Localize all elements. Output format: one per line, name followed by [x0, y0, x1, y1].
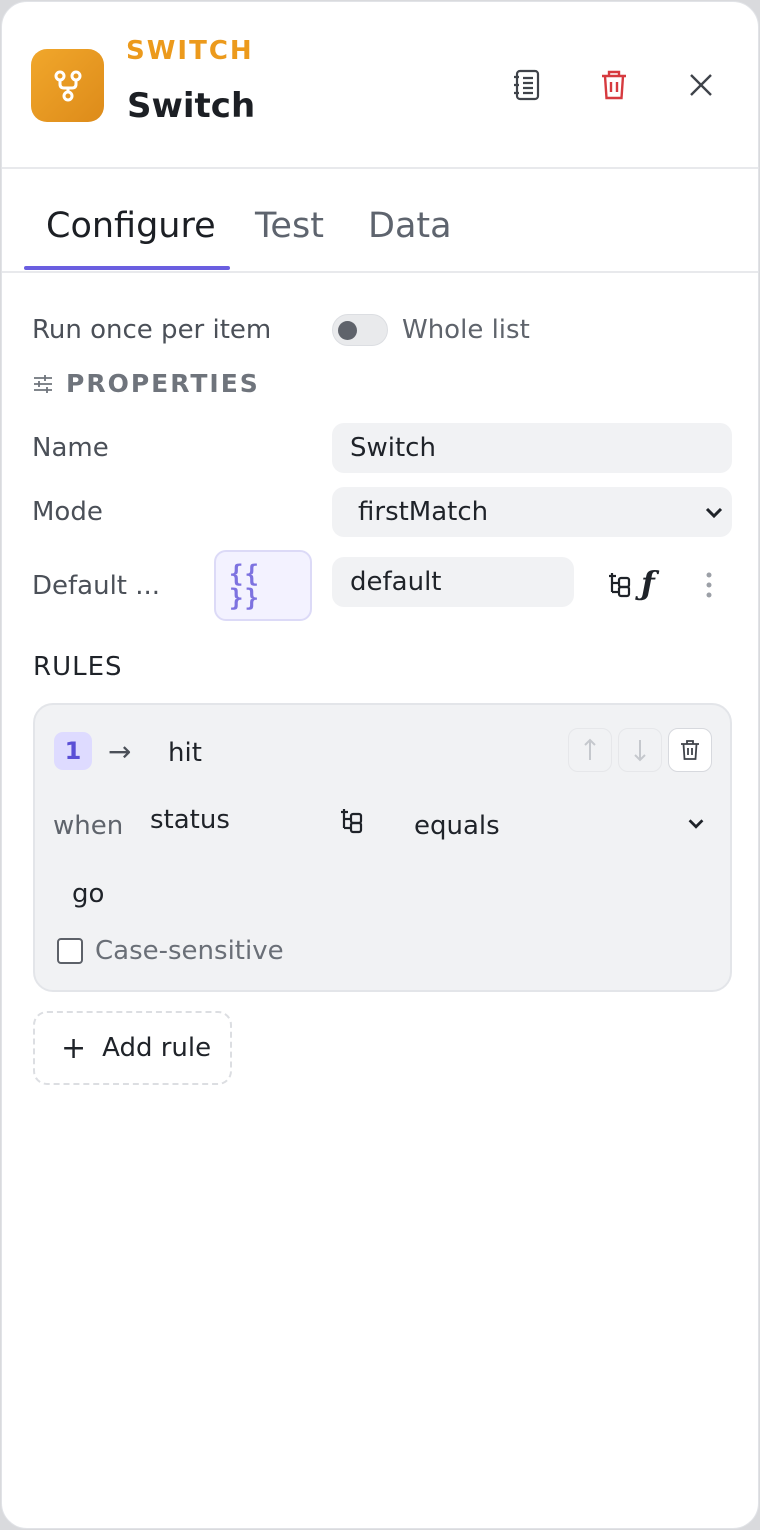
sliders-icon	[34, 375, 52, 393]
rule-card: 1 → hit when status equals go Case-sensi…	[33, 703, 732, 992]
function-button[interactable]: ƒ	[641, 564, 655, 602]
add-rule-button[interactable]: + Add rule	[33, 1011, 232, 1085]
rules-heading: RULES	[33, 652, 123, 682]
node-type-icon	[31, 49, 104, 122]
whole-list-label: Whole list	[402, 315, 530, 345]
notes-button[interactable]	[503, 61, 551, 109]
node-title: Switch	[127, 86, 256, 126]
condition-field-input[interactable]: status	[150, 805, 230, 835]
arrow-up-icon	[584, 738, 596, 760]
rule-arrow: →	[108, 735, 132, 768]
whole-list-toggle[interactable]	[332, 314, 388, 346]
close-button[interactable]	[677, 61, 725, 109]
tab-bar: Configure Test Data	[2, 170, 758, 273]
field-tree-icon[interactable]	[338, 808, 364, 834]
condition-value-input[interactable]: go	[72, 879, 104, 909]
delete-rule-button[interactable]	[668, 728, 712, 772]
active-tab-indicator	[24, 266, 230, 270]
plus-icon: +	[61, 1030, 87, 1066]
close-icon	[690, 74, 712, 96]
panel-header: SWITCH Switch	[2, 2, 758, 169]
tab-data[interactable]: Data	[368, 206, 452, 246]
tab-test[interactable]: Test	[255, 206, 324, 246]
name-input[interactable]: Switch	[332, 423, 732, 473]
rule-output-name[interactable]: hit	[168, 738, 202, 768]
case-sensitive-checkbox[interactable]	[57, 938, 83, 964]
properties-heading: PROPERTIES	[66, 369, 260, 398]
name-label: Name	[32, 433, 109, 463]
field-tree-icon[interactable]	[606, 572, 632, 598]
more-options-icon[interactable]	[705, 572, 713, 598]
branch-icon	[54, 70, 81, 101]
when-label: when	[53, 811, 124, 841]
arrow-down-icon	[634, 740, 646, 762]
trash-icon	[681, 740, 699, 760]
mode-select[interactable]: firstMatch	[332, 487, 732, 537]
delete-node-button[interactable]	[590, 61, 638, 109]
template-expression-button[interactable]: {{ }}	[214, 550, 312, 621]
mode-select-value: firstMatch	[358, 497, 489, 527]
template-brace-close: }}	[229, 584, 260, 612]
add-rule-label: Add rule	[102, 1033, 212, 1063]
chevron-down-icon[interactable]	[685, 813, 707, 835]
mode-label: Mode	[32, 497, 103, 527]
default-output-label: Default ...	[32, 571, 161, 601]
run-mode-label: Run once per item	[32, 315, 272, 345]
toggle-knob	[338, 321, 357, 340]
case-sensitive-label: Case-sensitive	[95, 936, 284, 966]
tab-configure[interactable]: Configure	[46, 206, 216, 246]
rule-number-badge: 1	[54, 732, 92, 770]
move-rule-down-button[interactable]	[618, 728, 662, 772]
chevron-down-icon	[705, 507, 723, 519]
node-kind-label: SWITCH	[126, 36, 254, 66]
default-output-input[interactable]: default	[332, 557, 574, 607]
notebook-icon	[514, 69, 540, 101]
move-rule-up-button[interactable]	[568, 728, 612, 772]
template-brace-open: {{	[229, 560, 260, 588]
trash-icon	[602, 70, 626, 100]
node-config-panel: SWITCH Switch Configure Test Data Run on…	[1, 1, 759, 1529]
condition-operator-select[interactable]: equals	[414, 811, 500, 841]
